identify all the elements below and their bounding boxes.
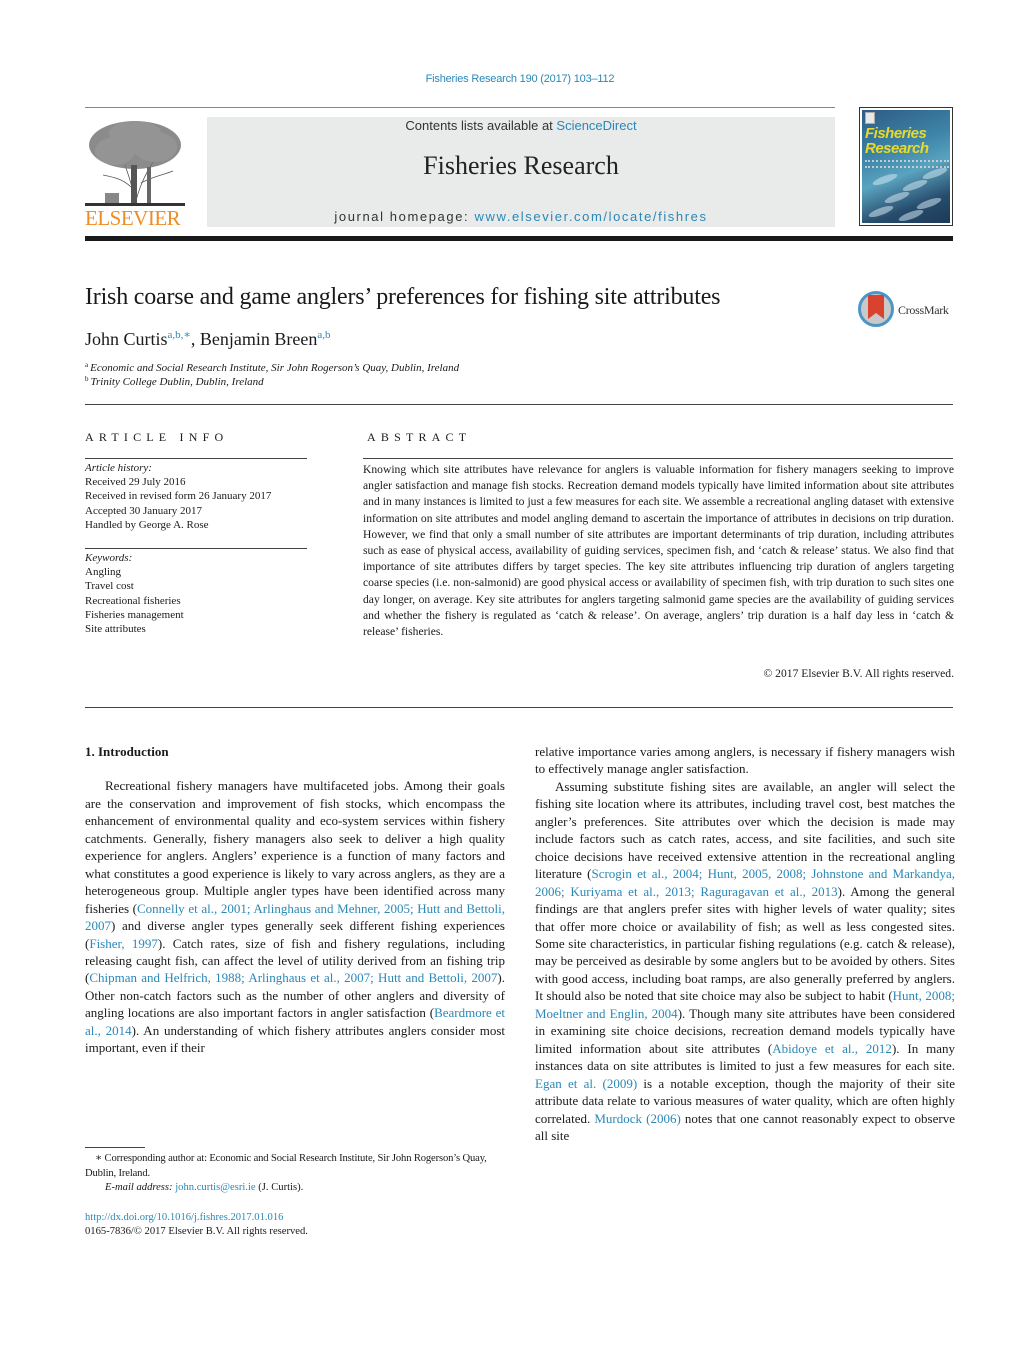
- doi-link[interactable]: http://dx.doi.org/10.1016/j.fishres.2017…: [85, 1211, 283, 1226]
- body-text: ). Among the general findings are that a…: [535, 883, 956, 1004]
- citation-link[interactable]: Fisher, 1997: [89, 936, 158, 951]
- citation-link[interactable]: Abidoye et al., 2012: [772, 1041, 892, 1056]
- fish-icon: [897, 207, 925, 223]
- fish-icon: [883, 189, 911, 206]
- homepage-prefix: journal homepage:: [334, 209, 475, 224]
- history-item: Handled by George A. Rose: [85, 518, 209, 531]
- affiliation: b Trinity College Dublin, Dublin, Ireland: [85, 375, 264, 388]
- keywords: Keywords: Angling Travel cost Recreation…: [85, 551, 184, 636]
- article-history-label: Article history:: [85, 462, 152, 474]
- body-rule: [85, 707, 953, 708]
- cover-title-line: Research: [865, 140, 929, 157]
- citation-link[interactable]: Chipman and Helfrich, 1988; Arlinghaus e…: [89, 970, 497, 985]
- email-link[interactable]: john.curtis@esri.ie: [175, 1182, 255, 1193]
- abstract-heading: ABSTRACT: [367, 430, 472, 444]
- article-history: Article history: Received 29 July 2016 R…: [85, 461, 271, 532]
- cover-publisher-badge: [865, 112, 875, 124]
- keywords-label: Keywords:: [85, 552, 133, 564]
- affiliation-text: Economic and Social Research Institute, …: [90, 362, 460, 374]
- journal-homepage-link[interactable]: www.elsevier.com/locate/fishres: [474, 209, 707, 224]
- keyword: Fisheries management: [85, 608, 184, 621]
- fish-icon: [867, 203, 895, 220]
- corresponding-author-note: ∗ Corresponding author at: Economic and …: [85, 1153, 487, 1179]
- abstract-rule: [363, 458, 953, 459]
- citation-link[interactable]: Murdock (2006): [594, 1111, 680, 1126]
- body-text: ). An understanding of which fishery att…: [85, 1022, 505, 1056]
- header-thick-rule: [85, 236, 953, 241]
- body-column-right: relative importance varies among anglers…: [535, 743, 955, 1144]
- keyword: Travel cost: [85, 580, 134, 593]
- journal-citation-link[interactable]: Fisheries Research 190 (2017) 103–112: [0, 73, 1020, 85]
- affiliation: a Economic and Social Research Institute,…: [85, 361, 459, 374]
- email-note: E-mail address: john.curtis@esri.ie (J. …: [85, 1181, 505, 1196]
- section-rule: [85, 404, 953, 405]
- elsevier-logo[interactable]: ELSEVIER: [85, 117, 185, 229]
- author-separator: ,: [190, 329, 200, 349]
- citation-link[interactable]: Egan et al. (2009): [535, 1076, 637, 1091]
- paragraph: relative importance varies among anglers…: [535, 743, 955, 778]
- history-item: Received 29 July 2016: [85, 476, 186, 489]
- article-info-rule: [85, 458, 307, 459]
- contents-line: Contents lists available at ScienceDirec…: [207, 118, 835, 133]
- history-item: Received in revised form 26 January 2017: [85, 490, 272, 503]
- journal-cover-image: Fisheries Research: [862, 110, 950, 223]
- keyword: Site attributes: [85, 623, 146, 636]
- body-text: relative importance varies among anglers…: [535, 744, 955, 777]
- cover-title: Fisheries Research: [865, 126, 929, 156]
- paragraph: Assuming substitute fishing sites are av…: [535, 778, 955, 1145]
- issn-copyright: 0165-7836/© 2017 Elsevier B.V. All right…: [85, 1226, 308, 1237]
- sciencedirect-link[interactable]: ScienceDirect: [556, 118, 636, 133]
- email-label: E-mail address:: [105, 1182, 176, 1193]
- journal-title: Fisheries Research: [423, 151, 619, 180]
- elsevier-tree-icon: [85, 121, 185, 206]
- header-rule: [85, 107, 835, 108]
- cover-subtitle: [865, 160, 949, 168]
- affiliation-text: Trinity College Dublin, Dublin, Ireland: [90, 376, 264, 388]
- abstract-copyright: © 2017 Elsevier B.V. All rights reserved…: [763, 667, 954, 680]
- author-list: John Curtisa,b,∗, Benjamin Breena,b: [85, 328, 330, 350]
- keyword: Recreational fisheries: [85, 594, 181, 607]
- email-suffix: (J. Curtis).: [255, 1182, 304, 1193]
- fish-icon: [921, 165, 949, 182]
- author-name[interactable]: John Curtis: [85, 329, 168, 349]
- keyword: Angling: [85, 566, 122, 579]
- footnote-rule: [85, 1147, 145, 1148]
- homepage-line: journal homepage: www.elsevier.com/locat…: [207, 209, 835, 224]
- author-name[interactable]: Benjamin Breen: [200, 329, 317, 349]
- fish-icon: [871, 171, 899, 188]
- crossmark-button[interactable]: CrossMark: [858, 291, 958, 329]
- body-column-left: 1. Introduction Recreational fishery man…: [85, 743, 505, 1057]
- keywords-rule: [85, 548, 307, 549]
- affiliation-key: a: [85, 361, 89, 369]
- article-title: Irish coarse and game anglers’ preferenc…: [85, 284, 721, 310]
- cover-title-line: Fisheries: [865, 125, 927, 142]
- abstract-text: Knowing which site attributes have relev…: [363, 463, 954, 639]
- body-text: Recreational fishery managers have multi…: [85, 778, 505, 916]
- crossmark-label: CrossMark: [898, 303, 949, 317]
- section-heading: 1. Introduction: [85, 744, 169, 759]
- author-affiliation-marks[interactable]: a,b: [317, 329, 330, 341]
- journal-cover-thumbnail[interactable]: Fisheries Research: [859, 107, 953, 226]
- article-info-heading: ARTICLE INFO: [85, 430, 229, 444]
- author-affiliation-marks[interactable]: a,b,∗: [168, 329, 191, 341]
- journal-masthead: Contents lists available at ScienceDirec…: [207, 117, 835, 227]
- paragraph: Recreational fishery managers have multi…: [85, 777, 505, 1056]
- contents-prefix: Contents lists available at: [405, 118, 557, 133]
- affiliation-key: b: [85, 375, 89, 383]
- history-item: Accepted 30 January 2017: [85, 504, 202, 517]
- elsevier-wordmark: ELSEVIER: [85, 206, 181, 230]
